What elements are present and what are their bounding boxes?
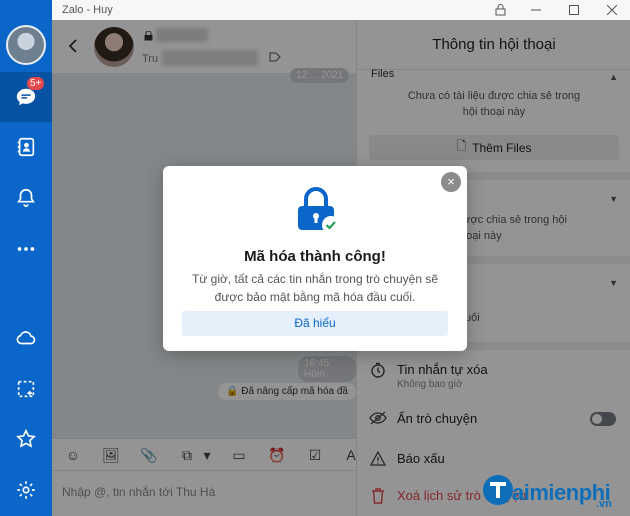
dialog-message: Từ giờ, tất cả các tin nhắn trong trò ch… bbox=[191, 272, 439, 304]
user-avatar[interactable] bbox=[6, 25, 46, 65]
lock-check-icon bbox=[298, 187, 340, 234]
nav-settings[interactable] bbox=[0, 465, 52, 515]
maximize-button[interactable] bbox=[566, 2, 582, 18]
bell-icon bbox=[17, 188, 35, 208]
minimize-button[interactable] bbox=[528, 2, 544, 18]
cloud-icon bbox=[16, 331, 36, 345]
nav-screenshot[interactable] bbox=[0, 364, 52, 414]
left-nav: 5+ bbox=[0, 0, 52, 516]
understood-button[interactable]: Đã hiểu bbox=[182, 311, 448, 336]
close-window-button[interactable] bbox=[604, 2, 620, 18]
lock-window-icon[interactable] bbox=[492, 2, 508, 18]
nav-contacts[interactable] bbox=[0, 122, 52, 172]
nav-more[interactable] bbox=[0, 224, 52, 274]
nav-favorites[interactable] bbox=[0, 414, 52, 464]
encryption-success-dialog: × Mã hóa thành công! Từ giờ, tất cả các … bbox=[163, 166, 467, 351]
close-icon[interactable]: × bbox=[441, 172, 461, 192]
watermark-domain: .vn bbox=[596, 498, 612, 510]
title-bar: Zalo - Huy bbox=[52, 0, 630, 20]
dialog-title: Mã hóa thành công! bbox=[244, 248, 386, 265]
unread-badge: 5+ bbox=[27, 77, 45, 90]
contacts-icon bbox=[17, 137, 35, 157]
nav-cloud[interactable] bbox=[0, 313, 52, 363]
window-title: Zalo - Huy bbox=[62, 4, 113, 16]
star-icon bbox=[16, 428, 36, 448]
screenshot-icon bbox=[17, 380, 35, 398]
taimienphi-logo-icon bbox=[483, 475, 513, 505]
watermark: aimienphi .vn bbox=[480, 470, 630, 516]
more-icon bbox=[17, 247, 35, 251]
gear-icon bbox=[17, 481, 35, 499]
nav-notifications[interactable] bbox=[0, 173, 52, 223]
nav-messages[interactable]: 5+ bbox=[0, 72, 52, 122]
